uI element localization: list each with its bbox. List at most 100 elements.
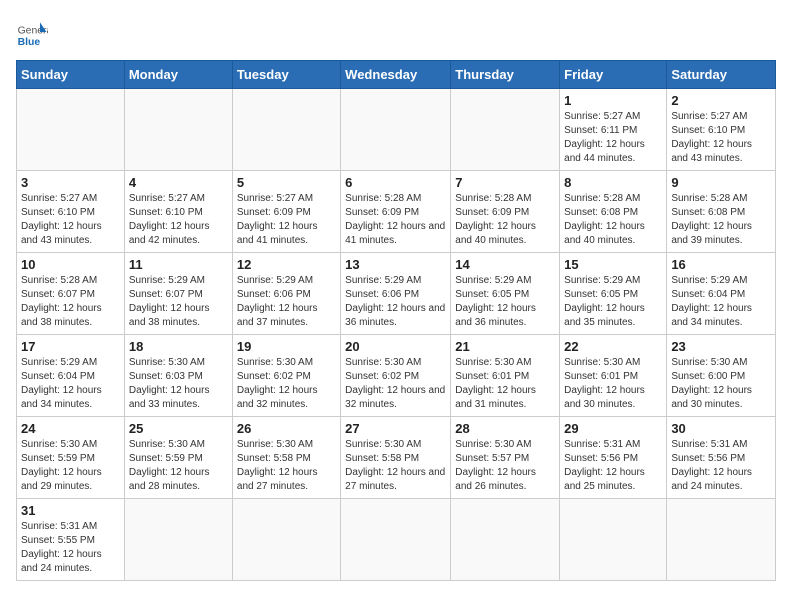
calendar: SundayMondayTuesdayWednesdayThursdayFrid…	[16, 60, 776, 581]
calendar-cell: 4 Sunrise: 5:27 AM Sunset: 6:10 PM Daylig…	[124, 171, 232, 253]
day-info: Sunrise: 5:29 AM Sunset: 6:04 PM Dayligh…	[21, 356, 120, 412]
calendar-cell: 5 Sunrise: 5:27 AM Sunset: 6:09 PM Daylig…	[232, 171, 340, 253]
day-number: 4	[129, 175, 228, 190]
calendar-cell	[232, 89, 340, 171]
calendar-cell: 3 Sunrise: 5:27 AM Sunset: 6:10 PM Daylig…	[17, 171, 125, 253]
day-info: Sunrise: 5:29 AM Sunset: 6:06 PM Dayligh…	[345, 274, 446, 330]
day-info: Sunrise: 5:30 AM Sunset: 6:00 PM Dayligh…	[671, 356, 771, 412]
day-number: 20	[345, 339, 446, 354]
day-info: Sunrise: 5:27 AM Sunset: 6:10 PM Dayligh…	[129, 192, 228, 248]
day-number: 12	[237, 257, 336, 272]
week-row-2: 3 Sunrise: 5:27 AM Sunset: 6:10 PM Daylig…	[17, 171, 776, 253]
day-number: 2	[671, 93, 771, 108]
calendar-cell: 10 Sunrise: 5:28 AM Sunset: 6:07 PM Dayli…	[17, 253, 125, 335]
day-info: Sunrise: 5:27 AM Sunset: 6:10 PM Dayligh…	[671, 110, 771, 166]
day-number: 7	[455, 175, 555, 190]
day-info: Sunrise: 5:27 AM Sunset: 6:10 PM Dayligh…	[21, 192, 120, 248]
day-info: Sunrise: 5:30 AM Sunset: 6:01 PM Dayligh…	[564, 356, 662, 412]
day-number: 19	[237, 339, 336, 354]
day-info: Sunrise: 5:30 AM Sunset: 5:58 PM Dayligh…	[237, 438, 336, 494]
day-number: 16	[671, 257, 771, 272]
day-info: Sunrise: 5:29 AM Sunset: 6:05 PM Dayligh…	[564, 274, 662, 330]
calendar-cell: 24 Sunrise: 5:30 AM Sunset: 5:59 PM Dayli…	[17, 417, 125, 499]
day-info: Sunrise: 5:30 AM Sunset: 6:02 PM Dayligh…	[345, 356, 446, 412]
calendar-cell: 9 Sunrise: 5:28 AM Sunset: 6:08 PM Daylig…	[667, 171, 776, 253]
calendar-cell: 19 Sunrise: 5:30 AM Sunset: 6:02 PM Dayli…	[232, 335, 340, 417]
calendar-cell: 16 Sunrise: 5:29 AM Sunset: 6:04 PM Dayli…	[667, 253, 776, 335]
weekday-header-tuesday: Tuesday	[232, 61, 340, 89]
day-number: 18	[129, 339, 228, 354]
calendar-cell	[451, 89, 560, 171]
day-number: 26	[237, 421, 336, 436]
calendar-cell	[341, 89, 451, 171]
weekday-header-saturday: Saturday	[667, 61, 776, 89]
day-number: 6	[345, 175, 446, 190]
calendar-cell: 23Sunrise: 5:30 AM Sunset: 6:00 PM Dayli…	[667, 335, 776, 417]
weekday-header-sunday: Sunday	[17, 61, 125, 89]
weekday-header-wednesday: Wednesday	[341, 61, 451, 89]
svg-text:Blue: Blue	[18, 37, 41, 48]
day-info: Sunrise: 5:31 AM Sunset: 5:55 PM Dayligh…	[21, 520, 120, 576]
calendar-cell: 27Sunrise: 5:30 AM Sunset: 5:58 PM Dayli…	[341, 417, 451, 499]
weekday-header-monday: Monday	[124, 61, 232, 89]
day-info: Sunrise: 5:30 AM Sunset: 6:01 PM Dayligh…	[455, 356, 555, 412]
day-number: 3	[21, 175, 120, 190]
day-info: Sunrise: 5:30 AM Sunset: 6:03 PM Dayligh…	[129, 356, 228, 412]
day-number: 14	[455, 257, 555, 272]
calendar-cell: 28 Sunrise: 5:30 AM Sunset: 5:57 PM Dayli…	[451, 417, 560, 499]
logo-icon: General Blue	[16, 16, 48, 48]
day-number: 8	[564, 175, 662, 190]
calendar-cell: 11Sunrise: 5:29 AM Sunset: 6:07 PM Dayli…	[124, 253, 232, 335]
day-info: Sunrise: 5:28 AM Sunset: 6:09 PM Dayligh…	[345, 192, 446, 248]
day-info: Sunrise: 5:29 AM Sunset: 6:06 PM Dayligh…	[237, 274, 336, 330]
calendar-cell: 26 Sunrise: 5:30 AM Sunset: 5:58 PM Dayli…	[232, 417, 340, 499]
calendar-cell	[341, 499, 451, 581]
day-info: Sunrise: 5:29 AM Sunset: 6:07 PM Dayligh…	[129, 274, 228, 330]
day-number: 24	[21, 421, 120, 436]
day-number: 25	[129, 421, 228, 436]
day-number: 21	[455, 339, 555, 354]
calendar-cell: 25Sunrise: 5:30 AM Sunset: 5:59 PM Dayli…	[124, 417, 232, 499]
weekday-header-friday: Friday	[560, 61, 667, 89]
week-row-5: 24 Sunrise: 5:30 AM Sunset: 5:59 PM Dayli…	[17, 417, 776, 499]
calendar-cell: 18 Sunrise: 5:30 AM Sunset: 6:03 PM Dayli…	[124, 335, 232, 417]
calendar-cell	[560, 499, 667, 581]
calendar-cell: 13 Sunrise: 5:29 AM Sunset: 6:06 PM Dayli…	[341, 253, 451, 335]
day-number: 31	[21, 503, 120, 518]
day-number: 10	[21, 257, 120, 272]
day-number: 9	[671, 175, 771, 190]
day-info: Sunrise: 5:29 AM Sunset: 6:04 PM Dayligh…	[671, 274, 771, 330]
day-info: Sunrise: 5:31 AM Sunset: 5:56 PM Dayligh…	[564, 438, 662, 494]
calendar-cell: 6 Sunrise: 5:28 AM Sunset: 6:09 PM Daylig…	[341, 171, 451, 253]
day-info: Sunrise: 5:30 AM Sunset: 5:59 PM Dayligh…	[21, 438, 120, 494]
calendar-cell: 1 Sunrise: 5:27 AM Sunset: 6:11 PM Daylig…	[560, 89, 667, 171]
calendar-cell: 29Sunrise: 5:31 AM Sunset: 5:56 PM Dayli…	[560, 417, 667, 499]
day-number: 1	[564, 93, 662, 108]
calendar-cell: 22Sunrise: 5:30 AM Sunset: 6:01 PM Dayli…	[560, 335, 667, 417]
calendar-cell	[451, 499, 560, 581]
calendar-cell: 7Sunrise: 5:28 AM Sunset: 6:09 PM Daylig…	[451, 171, 560, 253]
calendar-cell	[232, 499, 340, 581]
header: General Blue	[16, 16, 776, 48]
day-info: Sunrise: 5:31 AM Sunset: 5:56 PM Dayligh…	[671, 438, 771, 494]
day-info: Sunrise: 5:27 AM Sunset: 6:11 PM Dayligh…	[564, 110, 662, 166]
day-info: Sunrise: 5:27 AM Sunset: 6:09 PM Dayligh…	[237, 192, 336, 248]
day-info: Sunrise: 5:28 AM Sunset: 6:07 PM Dayligh…	[21, 274, 120, 330]
calendar-cell: 30Sunrise: 5:31 AM Sunset: 5:56 PM Dayli…	[667, 417, 776, 499]
calendar-cell: 15Sunrise: 5:29 AM Sunset: 6:05 PM Dayli…	[560, 253, 667, 335]
day-info: Sunrise: 5:28 AM Sunset: 6:08 PM Dayligh…	[671, 192, 771, 248]
calendar-cell: 21 Sunrise: 5:30 AM Sunset: 6:01 PM Dayli…	[451, 335, 560, 417]
day-info: Sunrise: 5:30 AM Sunset: 6:02 PM Dayligh…	[237, 356, 336, 412]
day-number: 5	[237, 175, 336, 190]
day-number: 13	[345, 257, 446, 272]
calendar-cell	[17, 89, 125, 171]
weekday-header-thursday: Thursday	[451, 61, 560, 89]
weekday-header-row: SundayMondayTuesdayWednesdayThursdayFrid…	[17, 61, 776, 89]
calendar-cell: 20 Sunrise: 5:30 AM Sunset: 6:02 PM Dayli…	[341, 335, 451, 417]
calendar-cell: 12 Sunrise: 5:29 AM Sunset: 6:06 PM Dayli…	[232, 253, 340, 335]
day-number: 28	[455, 421, 555, 436]
day-info: Sunrise: 5:29 AM Sunset: 6:05 PM Dayligh…	[455, 274, 555, 330]
day-info: Sunrise: 5:30 AM Sunset: 5:57 PM Dayligh…	[455, 438, 555, 494]
week-row-3: 10 Sunrise: 5:28 AM Sunset: 6:07 PM Dayli…	[17, 253, 776, 335]
calendar-cell: 2 Sunrise: 5:27 AM Sunset: 6:10 PM Daylig…	[667, 89, 776, 171]
